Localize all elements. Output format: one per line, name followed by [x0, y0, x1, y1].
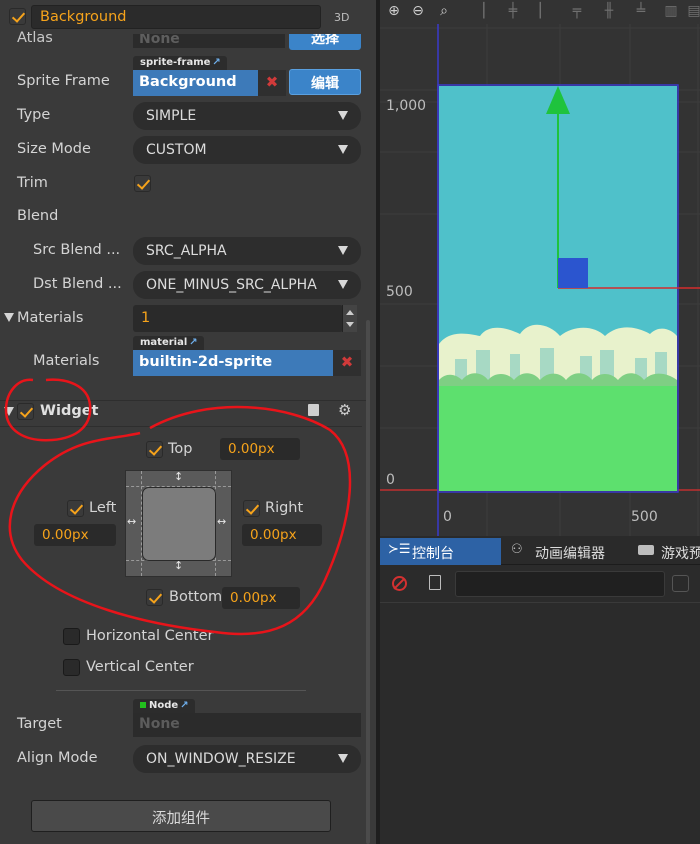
game-preview-tab-icon — [638, 545, 654, 555]
y-tick-1000: 1,000 — [386, 98, 427, 114]
console-panel: ≻☰ 控制台 ⚇ 动画编辑器 游戏预 — [380, 536, 700, 844]
console-filter-checkbox[interactable] — [672, 575, 689, 592]
align-left-icon[interactable]: ▕ — [470, 2, 488, 20]
tab-console[interactable]: ≻☰ 控制台 — [380, 538, 501, 565]
scene-toolbar: ⊕ ⊖ ⌕ ▕ ╪ ▏ ╤ ╫ ╧ ▥ ▤ — [380, 0, 700, 24]
align-hcenter-icon[interactable]: ╪ — [504, 2, 522, 20]
annotation-circle-layout — [8, 405, 352, 636]
tab-game[interactable]: 游戏预 — [636, 538, 700, 565]
divider — [380, 602, 700, 603]
zoom-in-icon[interactable]: ⊕ — [385, 2, 403, 20]
inspector-panel: Background 3D Atlas None 选择 Sprite Frame… — [0, 0, 376, 844]
align-vcenter-icon[interactable]: ╫ — [600, 2, 618, 20]
scene-canvas[interactable] — [380, 24, 700, 536]
open-log-file-icon[interactable] — [429, 575, 441, 590]
zoom-fit-icon[interactable]: ⌕ — [435, 2, 453, 20]
align-bottom-icon[interactable]: ╧ — [632, 2, 650, 20]
gizmo-center-handle — [558, 258, 588, 288]
distribute-icon[interactable]: ▥ — [662, 2, 680, 20]
animation-tab-icon: ⚇ — [511, 542, 523, 557]
background-ground — [439, 386, 677, 491]
annotation-circle-widget — [4, 378, 92, 442]
align-top-icon[interactable]: ╤ — [568, 2, 586, 20]
x-tick-0: 0 — [443, 509, 452, 525]
annotation-overlay — [4, 378, 352, 636]
y-tick-500: 500 — [386, 284, 413, 300]
tab-animation[interactable]: ⚇ 动画编辑器 — [509, 538, 639, 565]
distribute-vertical-icon[interactable]: ▤ — [685, 2, 700, 20]
zoom-out-icon[interactable]: ⊖ — [409, 2, 427, 20]
console-tab-icon: ≻☰ — [388, 542, 411, 557]
align-right-icon[interactable]: ▏ — [536, 2, 554, 20]
tab-game-label: 游戏预 — [661, 546, 700, 562]
tab-console-label: 控制台 — [412, 546, 454, 562]
y-tick-0: 0 — [386, 472, 395, 488]
scene-view[interactable]: ⊕ ⊖ ⌕ ▕ ╪ ▏ ╤ ╫ ╧ ▥ ▤ 1,000 500 0 0 500 — [380, 0, 700, 536]
clear-console-icon[interactable] — [392, 576, 407, 591]
tab-animation-label: 动画编辑器 — [535, 546, 605, 562]
console-filter-input[interactable] — [455, 571, 665, 597]
x-tick-500: 500 — [631, 509, 658, 525]
